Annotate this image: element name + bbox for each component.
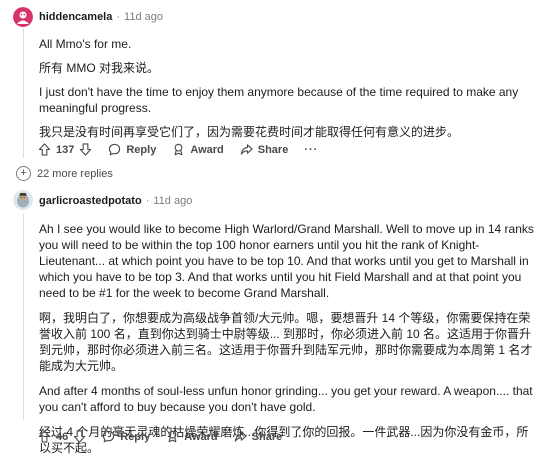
- share-button[interactable]: Share: [232, 140, 297, 159]
- share-button[interactable]: Share: [226, 427, 291, 446]
- share-arrow-icon: [234, 431, 247, 442]
- speech-bubble-icon: [109, 143, 121, 156]
- reply-button[interactable]: Reply: [94, 427, 158, 446]
- comment-meta: garlicroastedpotato · 11d ago: [39, 195, 192, 207]
- upvote-arrow-icon[interactable]: [38, 430, 51, 443]
- comment-actions: 137 Reply Award Share ···: [38, 140, 318, 159]
- comment-meta: hiddencamela · 11d ago: [39, 11, 163, 23]
- reply-label: Reply: [126, 143, 157, 156]
- more-options-icon[interactable]: ···: [290, 431, 312, 443]
- upvote-arrow-icon[interactable]: [38, 143, 51, 156]
- comment-paragraph: 所有 MMO 对我来说。: [39, 61, 159, 75]
- vote-controls: 46: [38, 427, 94, 446]
- avatar[interactable]: [13, 190, 33, 210]
- comment-paragraph: All Mmo's for me.: [39, 37, 132, 51]
- award-label: Award: [190, 143, 224, 156]
- comment-paragraph: And after 4 months of soul-less unfun ho…: [39, 384, 533, 414]
- timestamp: 11d ago: [153, 195, 193, 207]
- separator-dot: ·: [145, 195, 150, 207]
- more-replies-label: 22 more replies: [37, 167, 113, 180]
- award-ribbon-icon: [168, 430, 177, 443]
- avatar[interactable]: [13, 7, 33, 27]
- comment-body: All Mmo's for me. 所有 MMO 对我来说。 I just do…: [39, 36, 538, 140]
- vote-count: 137: [56, 143, 75, 156]
- award-button[interactable]: Award: [164, 140, 231, 159]
- speech-bubble-icon: [103, 430, 115, 443]
- comment-paragraph: Ah I see you would like to become High W…: [39, 222, 534, 300]
- separator-dot: ·: [116, 11, 121, 23]
- comment-actions: 46 Reply Award Share ···: [38, 427, 312, 446]
- share-arrow-icon: [240, 144, 253, 155]
- share-label: Share: [257, 143, 289, 156]
- thread-line: [23, 214, 24, 420]
- downvote-arrow-icon[interactable]: [73, 430, 86, 443]
- downvote-arrow-icon[interactable]: [79, 143, 92, 156]
- timestamp: 11d ago: [124, 11, 163, 23]
- reply-button[interactable]: Reply: [100, 140, 164, 159]
- comment-paragraph: I just don't have the time to enjoy them…: [39, 85, 519, 115]
- award-ribbon-icon: [174, 143, 183, 156]
- award-label: Award: [184, 430, 218, 443]
- username[interactable]: garlicroastedpotato: [39, 195, 142, 207]
- username[interactable]: hiddencamela: [39, 11, 112, 23]
- comment-paragraph: 我只是没有时间再享受它们了，因为需要花费时间才能取得任何有意义的进步。: [39, 125, 460, 139]
- vote-controls: 137: [38, 140, 100, 159]
- vote-count: 46: [56, 430, 69, 443]
- comment-paragraph: 啊，我明白了，你想要成为高级战争首领/大元帅。嗯，要想晋升 14 个等级，你需要…: [39, 311, 533, 373]
- share-label: Share: [251, 430, 283, 443]
- thread-line: [23, 28, 24, 158]
- award-button[interactable]: Award: [158, 427, 225, 446]
- more-options-icon[interactable]: ···: [296, 144, 318, 156]
- plus-circle-icon: +: [16, 166, 31, 181]
- comment-body: Ah I see you would like to become High W…: [39, 221, 538, 456]
- more-replies-link[interactable]: + 22 more replies: [16, 166, 113, 181]
- reply-label: Reply: [120, 430, 151, 443]
